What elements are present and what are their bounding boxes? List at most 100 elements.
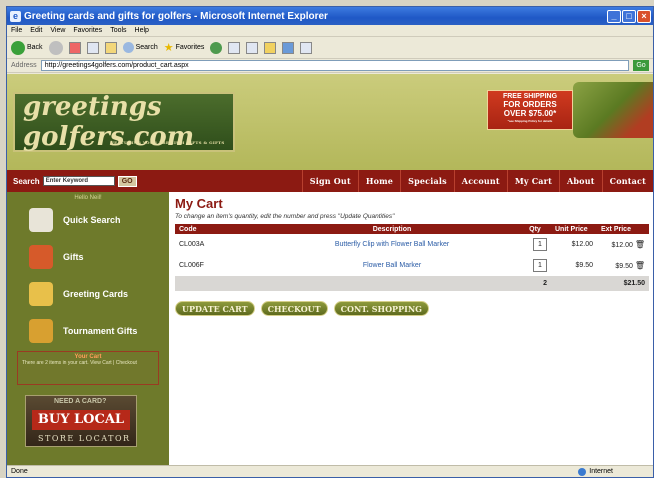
col-description: Description	[265, 224, 519, 234]
sidebar-item-label: Quick Search	[63, 214, 121, 225]
history-icon[interactable]	[210, 41, 223, 54]
col-code: Code	[175, 224, 265, 234]
sidebar-item-gifts[interactable]: Gifts	[7, 238, 169, 275]
address-input[interactable]: http://greetings4golfers.com/product_car…	[40, 60, 629, 71]
favorites-label: Favorites	[175, 44, 205, 51]
menu-file[interactable]: File	[11, 27, 22, 34]
menu-tools[interactable]: Tools	[110, 27, 126, 34]
continue-shopping-button[interactable]: CONT. SHOPPING	[333, 301, 429, 316]
sidebar-item-label: Tournament Gifts	[63, 325, 138, 336]
back-button[interactable]: Back	[11, 40, 43, 55]
cart-summary-box: Your Cart There are 2 items in your cart…	[17, 351, 159, 385]
nav-bar: Search Enter Keyword GO Sign Out Home Sp…	[7, 170, 653, 192]
address-url: http://greetings4golfers.com/product_car…	[44, 62, 189, 69]
cart-instructions: To change an item's quantity, edit the n…	[175, 213, 395, 220]
table-header-row: Code Description Qty Unit Price Ext Pric…	[175, 224, 649, 234]
cart-table: Code Description Qty Unit Price Ext Pric…	[175, 224, 649, 291]
mail-icon[interactable]	[228, 41, 241, 54]
qty-input[interactable]: 1	[533, 259, 547, 272]
trophy-icon	[29, 318, 53, 343]
cart-summary-text[interactable]: There are 2 items in your cart. View Car…	[22, 360, 154, 367]
search-go-button[interactable]: GO	[117, 175, 137, 187]
address-bar: Address http://greetings4golfers.com/pro…	[7, 59, 653, 73]
totals-row: 2 $21.50	[175, 276, 649, 291]
toolbar: Back Search ★ Favorites	[7, 37, 653, 59]
search-icon	[122, 42, 134, 53]
nav-account[interactable]: Account	[453, 170, 507, 192]
security-zone: Internet	[578, 467, 613, 476]
unit-price: $12.00	[571, 241, 593, 248]
globe-icon	[578, 467, 587, 476]
nav-specials[interactable]: Specials	[400, 170, 454, 192]
sidebar-item-label: Greeting Cards	[63, 288, 129, 299]
promo-line1: FREE SHIPPING	[502, 93, 558, 100]
research-icon[interactable]	[300, 41, 313, 54]
menu-help[interactable]: Help	[135, 27, 149, 34]
logo-tagline: FEATURING YOUR PREMIUM GIFTS & GIFTS	[111, 140, 225, 145]
nav-home[interactable]: Home	[357, 170, 400, 192]
favorites-button[interactable]: ★ Favorites	[164, 41, 205, 54]
item-description-link[interactable]: Butterfly Clip with Flower Ball Marker	[265, 234, 519, 255]
web-page: greetings golfers.com FEATURING YOUR PRE…	[7, 74, 653, 466]
nav-my-cart[interactable]: My Cart	[506, 170, 559, 192]
update-cart-button[interactable]: UPDATE CART	[175, 301, 255, 316]
table-row: CL003A Butterfly Clip with Flower Ball M…	[175, 234, 649, 255]
menu-edit[interactable]: Edit	[30, 27, 42, 34]
zone-label: Internet	[589, 468, 613, 475]
unit-price: $9.50	[575, 262, 593, 269]
address-go-button[interactable]: Go	[633, 60, 649, 71]
site-search: Search Enter Keyword GO	[7, 175, 137, 187]
nav-contact[interactable]: Contact	[601, 170, 653, 192]
refresh-icon[interactable]	[86, 41, 99, 54]
buy-local-line3: STORE LOCATOR	[38, 434, 131, 443]
gift-icon	[29, 244, 53, 269]
trash-icon[interactable]: 🗑	[635, 240, 645, 249]
nav-sign-out[interactable]: Sign Out	[301, 170, 358, 192]
menu-view[interactable]: View	[50, 27, 65, 34]
minimize-button[interactable]: _	[607, 9, 621, 23]
back-icon	[11, 40, 25, 55]
magnifier-icon	[29, 207, 53, 232]
total-price: $21.50	[597, 276, 649, 291]
trash-icon[interactable]: 🗑	[635, 261, 645, 270]
col-unit-price: Unit Price	[551, 224, 597, 234]
buy-local-line1: NEED A CARD?	[54, 398, 107, 405]
forward-icon[interactable]	[48, 40, 63, 55]
page-title: My Cart	[175, 196, 223, 211]
browser-window: e Greeting cards and gifts for golfers -…	[6, 6, 654, 478]
menu-favorites[interactable]: Favorites	[73, 27, 102, 34]
keyword-search-input[interactable]: Enter Keyword	[42, 176, 115, 186]
free-shipping-banner[interactable]: FREE SHIPPING FOR ORDERS OVER $75.00* *s…	[487, 90, 573, 130]
messenger-icon[interactable]	[282, 41, 295, 54]
sidebar-item-quick-search[interactable]: Quick Search	[7, 201, 169, 238]
total-qty: 2	[519, 276, 551, 291]
folder-icon[interactable]	[264, 41, 277, 54]
print-icon[interactable]	[246, 41, 259, 54]
title-bar: e Greeting cards and gifts for golfers -…	[7, 7, 653, 25]
sidebar-item-tournament-gifts[interactable]: Tournament Gifts	[7, 312, 169, 349]
cart-main: My Cart To change an item's quantity, ed…	[175, 196, 649, 316]
window-title: Greeting cards and gifts for golfers - M…	[24, 10, 328, 22]
menu-bar: File Edit View Favorites Tools Help	[7, 25, 653, 37]
close-button[interactable]: ×	[637, 9, 651, 23]
promo-line4: *see Shipping Policy for details	[507, 119, 553, 123]
sidebar-item-greeting-cards[interactable]: Greeting Cards	[7, 275, 169, 312]
buy-local-line2: BUY LOCAL	[32, 410, 130, 430]
site-logo[interactable]: greetings golfers.com FEATURING YOUR PRE…	[13, 92, 235, 152]
maximize-button[interactable]: □	[622, 9, 636, 23]
col-qty: Qty	[519, 224, 551, 234]
stop-icon[interactable]	[68, 41, 81, 54]
search-label: Search	[135, 44, 158, 51]
home-icon[interactable]	[104, 41, 117, 54]
site-header: greetings golfers.com FEATURING YOUR PRE…	[7, 74, 653, 170]
status-text: Done	[11, 468, 28, 475]
sidebar-item-label: Gifts	[63, 251, 84, 262]
buy-local-banner[interactable]: NEED A CARD? BUY LOCAL STORE LOCATOR	[25, 395, 137, 447]
checkout-button[interactable]: CHECKOUT	[260, 301, 328, 316]
qty-input[interactable]: 1	[533, 238, 547, 251]
item-description-link[interactable]: Flower Ball Marker	[265, 255, 519, 276]
search-button[interactable]: Search	[122, 42, 158, 53]
address-label: Address	[11, 62, 37, 69]
nav-about[interactable]: About	[558, 170, 602, 192]
star-icon: ★	[163, 42, 174, 54]
